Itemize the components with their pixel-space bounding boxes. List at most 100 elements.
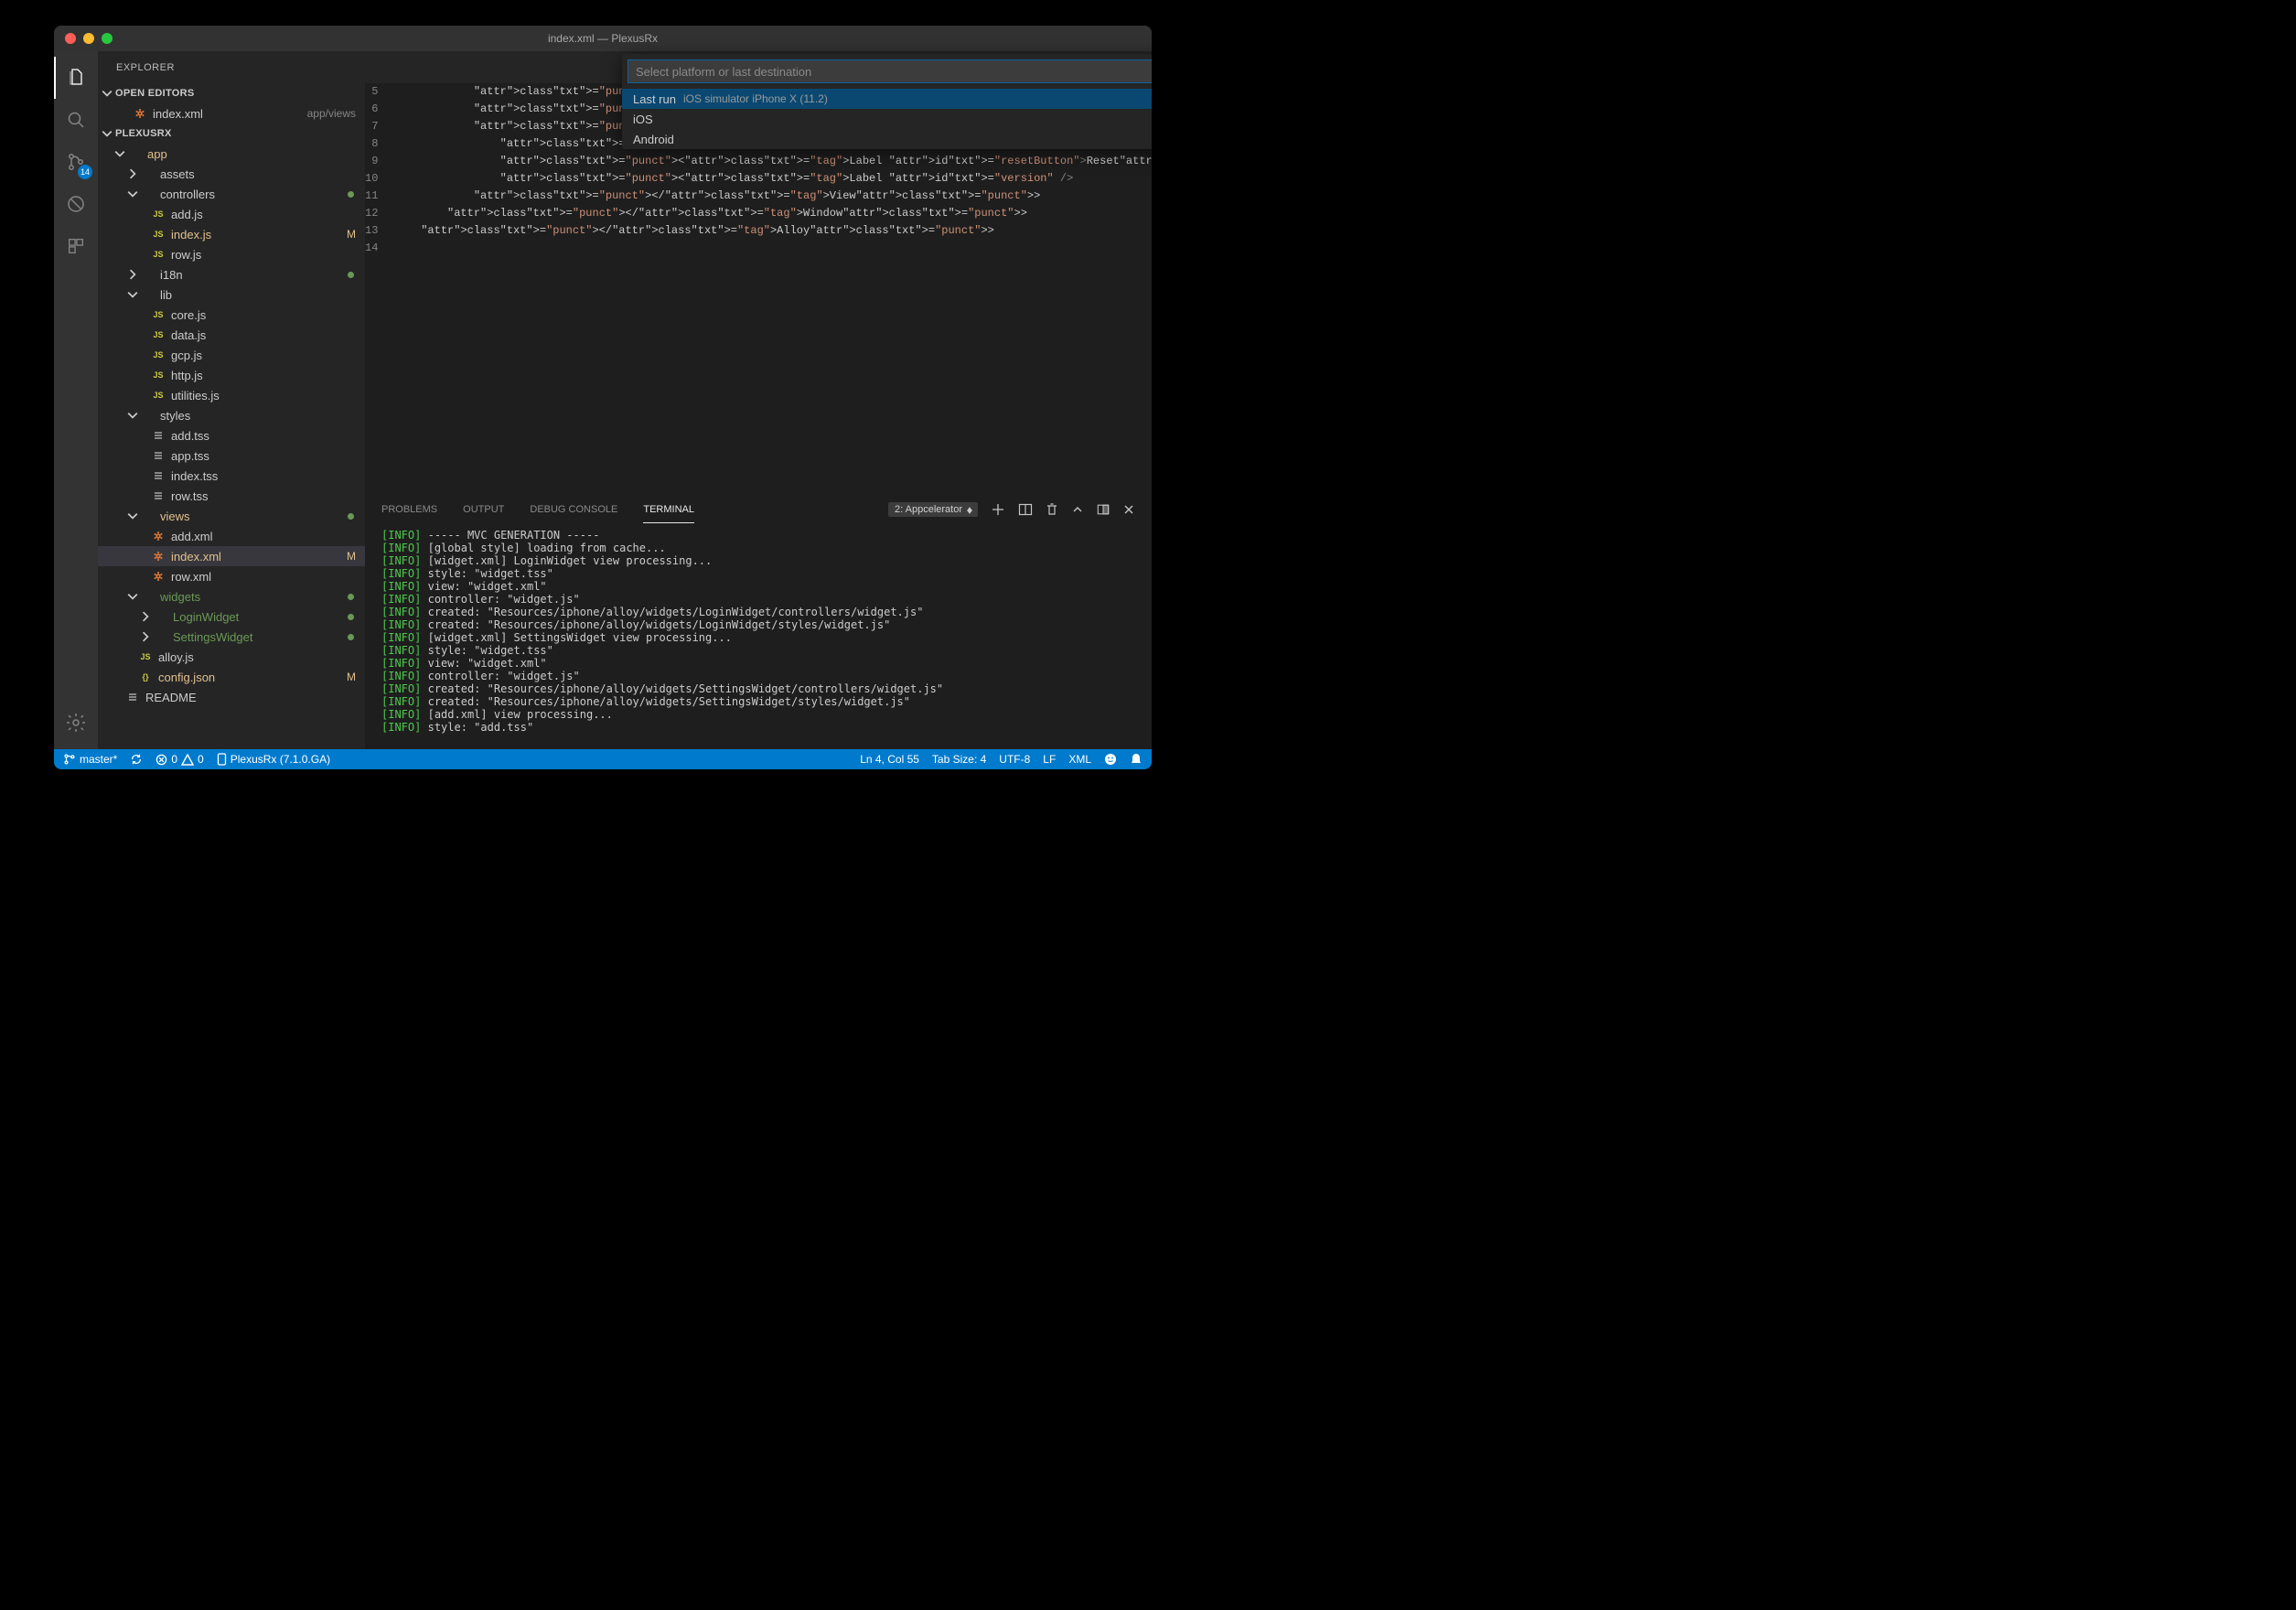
file-item[interactable]: app.tss (98, 445, 365, 466)
close-icon (1122, 503, 1135, 516)
folder-item[interactable]: views (98, 506, 365, 526)
folder-item[interactable]: controllers (98, 184, 365, 204)
panel-tab-problems[interactable]: PROBLEMS (381, 497, 437, 522)
chevron-up-icon (1071, 503, 1084, 516)
open-editors-header[interactable]: OPEN EDITORS (98, 83, 365, 103)
file-item[interactable]: JSdata.js (98, 325, 365, 345)
search-activity[interactable] (54, 99, 98, 141)
file-item[interactable]: JSadd.js (98, 204, 365, 224)
files-icon (65, 67, 87, 89)
language-status[interactable]: XML (1068, 753, 1091, 766)
smiley-icon (1104, 753, 1117, 766)
split-icon (1018, 502, 1033, 517)
chevron-icon (102, 128, 113, 139)
folder-item[interactable]: app (98, 144, 365, 164)
titlebar: index.xml — PlexusRx (54, 26, 1152, 51)
debug-activity[interactable] (54, 183, 98, 225)
scm-badge: 14 (78, 165, 92, 179)
cursor-position-status[interactable]: Ln 4, Col 55 (860, 753, 919, 766)
gear-icon (65, 712, 87, 734)
encoding-status[interactable]: UTF-8 (999, 753, 1030, 766)
scm-activity[interactable]: 14 (54, 141, 98, 183)
project-header[interactable]: PLEXUSRX (98, 123, 365, 144)
sidebar-title: EXPLORER (98, 51, 365, 83)
folder-item[interactable]: widgets (98, 586, 365, 606)
folder-item[interactable]: styles (98, 405, 365, 425)
bottom-panel: PROBLEMS OUTPUT DEBUG CONSOLE TERMINAL 2: A… (365, 494, 1152, 749)
panel-tab-debug-console[interactable]: DEBUG CONSOLE (530, 497, 617, 522)
device-icon (217, 753, 227, 766)
maximize-panel-button[interactable] (1097, 503, 1110, 516)
file-item[interactable]: JShttp.js (98, 365, 365, 385)
file-item[interactable]: JSgcp.js (98, 345, 365, 365)
feedback-status[interactable] (1104, 753, 1117, 766)
folder-item[interactable]: assets (98, 164, 365, 184)
new-terminal-button[interactable] (991, 502, 1005, 517)
search-icon (65, 109, 87, 131)
editor-group: Select platform or last destination Last… (365, 51, 1152, 749)
file-item[interactable]: JSutilities.js (98, 385, 365, 405)
quick-pick-item[interactable]: Android (622, 129, 1152, 149)
quick-pick-item[interactable]: iOS (622, 109, 1152, 129)
kill-terminal-button[interactable] (1046, 502, 1058, 517)
file-item[interactable]: JSalloy.js (98, 647, 365, 667)
file-item[interactable]: row.xml (98, 566, 365, 586)
status-bar: master* 0 0 PlexusRx (7.1.0.GA) Ln 4, Co… (54, 749, 1152, 769)
eol-status[interactable]: LF (1043, 753, 1056, 766)
panel-tabs: PROBLEMS OUTPUT DEBUG CONSOLE TERMINAL 2: A… (365, 495, 1152, 525)
problems-status[interactable]: 0 0 (156, 753, 203, 766)
quick-pick-item[interactable]: Last runiOS simulator iPhone X (11.2) (622, 89, 1152, 109)
folder-item[interactable]: LoginWidget (98, 606, 365, 627)
terminal-selector[interactable]: 2: Appcelerator (888, 502, 978, 517)
app-status[interactable]: PlexusRx (7.1.0.GA) (217, 753, 330, 766)
extensions-icon (66, 236, 86, 256)
settings-activity[interactable] (54, 702, 98, 744)
workbench: 14 EXPLORER OPEN EDITORS (54, 51, 1152, 749)
file-item[interactable]: README (98, 687, 365, 707)
file-item[interactable]: index.tss (98, 466, 365, 486)
vscode-window: index.xml — PlexusRx 14 (54, 26, 1152, 769)
error-icon (156, 754, 167, 766)
open-editor-item[interactable]: index.xmlapp/views (98, 103, 365, 123)
activity-bar: 14 (54, 51, 98, 749)
chevron-icon (102, 88, 113, 99)
open-editors-list: index.xmlapp/views (98, 103, 365, 123)
git-branch-status[interactable]: master* (63, 753, 117, 766)
warning-icon (181, 754, 194, 766)
branch-icon (63, 753, 76, 766)
file-item[interactable]: JSrow.js (98, 244, 365, 264)
file-item[interactable]: JScore.js (98, 305, 365, 325)
explorer-sidebar: EXPLORER OPEN EDITORS index.xmlapp/views… (98, 51, 365, 749)
file-item[interactable]: add.tss (98, 425, 365, 445)
sync-status[interactable] (130, 753, 143, 766)
tab-size-status[interactable]: Tab Size: 4 (932, 753, 986, 766)
notifications-status[interactable] (1130, 753, 1143, 766)
panel-tab-terminal[interactable]: TERMINAL (643, 497, 694, 523)
scroll-up-button[interactable] (1071, 503, 1084, 516)
file-item[interactable]: JSindex.jsM (98, 224, 365, 244)
no-bug-icon (65, 193, 87, 215)
folder-item[interactable]: i18n (98, 264, 365, 284)
folder-item[interactable]: SettingsWidget (98, 627, 365, 647)
sync-icon (130, 753, 143, 766)
folder-item[interactable]: lib (98, 284, 365, 305)
editor-actions: Select platform or last destination Last… (365, 51, 1152, 83)
file-tree: appassetscontrollersJSadd.jsJSindex.jsMJ… (98, 144, 365, 707)
panel-tab-output[interactable]: OUTPUT (463, 497, 504, 522)
file-item[interactable]: {}config.jsonM (98, 667, 365, 687)
file-item[interactable]: index.xmlM (98, 546, 365, 566)
window-title: index.xml — PlexusRx (54, 32, 1152, 45)
bell-icon (1130, 753, 1143, 766)
split-terminal-button[interactable] (1018, 502, 1033, 517)
quick-pick-input[interactable]: Select platform or last destination (628, 59, 1152, 83)
trash-icon (1046, 502, 1058, 517)
terminal-output[interactable]: [INFO] ----- MVC GENERATION -----[INFO] … (365, 525, 1152, 749)
maximize-icon (1097, 503, 1110, 516)
explorer-activity[interactable] (54, 57, 98, 99)
close-panel-button[interactable] (1122, 503, 1135, 516)
file-item[interactable]: row.tss (98, 486, 365, 506)
quick-pick: Select platform or last destination Last… (622, 54, 1152, 149)
plus-icon (991, 502, 1005, 517)
file-item[interactable]: add.xml (98, 526, 365, 546)
extensions-activity[interactable] (54, 225, 98, 267)
